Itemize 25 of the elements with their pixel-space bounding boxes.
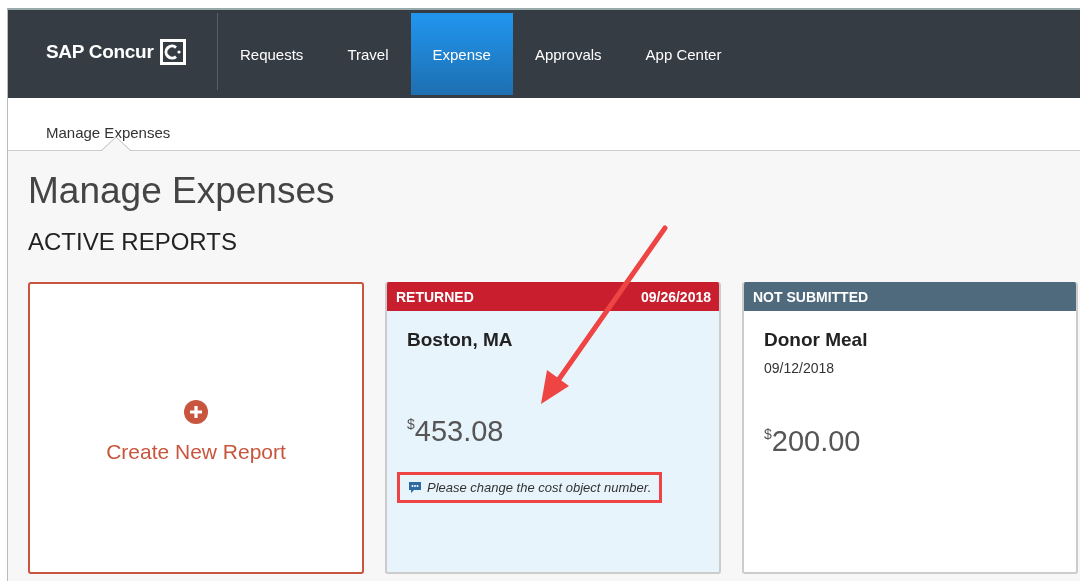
nav-tab[interactable]: Travel [325, 13, 411, 95]
speech-bubble-icon [408, 481, 422, 494]
create-report-card[interactable]: Create New Report [28, 282, 364, 574]
section-heading: ACTIVE REPORTS [28, 227, 238, 257]
status-label: RETURNED [396, 288, 474, 305]
report-amount: $^{$}$453.08 [407, 415, 505, 448]
sub-nav-tab[interactable]: Manage Expenses [46, 98, 171, 150]
report-card[interactable]: RETURNED 09/26/2018 Boston, MA $^{$}$453.08 Please change the cost object number. [385, 282, 721, 574]
nav-tab[interactable]: Expense [410, 13, 513, 95]
create-report-label: Create New Report [106, 439, 286, 464]
report-name: Boston, MA [407, 329, 514, 351]
page-title: Manage Expenses [28, 169, 336, 213]
comment-text: Please change the cost object number. [427, 480, 652, 495]
report-date: 09/12/2018 [764, 360, 836, 376]
status-label: NOT SUBMITTED [753, 288, 869, 305]
report-card[interactable]: NOT SUBMITTED Donor Meal 09/12/2018 $^{$}$200.00 [742, 282, 1078, 574]
report-name: Donor Meal [764, 329, 869, 351]
logo-c-icon [159, 38, 186, 65]
nav-tab[interactable]: App Center [623, 13, 744, 95]
report-amount: $^{$}$200.00 [764, 425, 862, 458]
status-date: 09/26/2018 [640, 288, 711, 305]
nav-tab[interactable]: Requests [218, 13, 326, 95]
plus-circle-icon [184, 399, 208, 424]
logo[interactable]: SAP Concur [8, 13, 218, 90]
nav-tab[interactable]: Approvals [512, 13, 624, 95]
